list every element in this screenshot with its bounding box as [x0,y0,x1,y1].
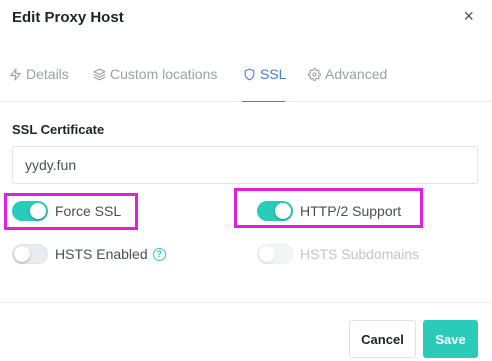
switch-knob [14,246,30,262]
hsts-subdomains-switch [257,244,293,264]
tab-custom-locations[interactable]: Custom locations [93,66,217,82]
cancel-button[interactable]: Cancel [349,320,416,358]
layers-icon [93,68,106,80]
http2-support-toggle-row[interactable]: HTTP/2 Support [257,201,401,221]
force-ssl-toggle-row[interactable]: Force SSL [12,201,121,221]
hsts-subdomains-toggle-row: HSTS Subdomains [257,244,419,264]
modal-footer: Cancel Save [0,302,492,361]
http2-support-switch[interactable] [257,201,293,221]
tab-details-label: Details [26,66,69,82]
http2-support-label: HTTP/2 Support [300,203,402,219]
force-ssl-switch[interactable] [12,201,48,221]
active-tab-indicator [242,101,285,102]
tab-advanced-label: Advanced [325,66,388,82]
modal-header: Edit Proxy Host × [0,0,492,36]
gear-icon [308,67,321,81]
modal-title: Edit Proxy Host [12,9,124,26]
ssl-certificate-select[interactable]: yydy.fun [12,146,478,184]
hsts-subdomains-label: HSTS Subdomains [300,246,420,262]
ssl-certificate-value: yydy.fun [25,157,77,173]
force-ssl-label: Force SSL [55,203,122,219]
switch-knob [30,203,46,219]
hsts-enabled-label: HSTS Enabled [55,246,148,262]
ssl-certificate-label: SSL Certificate [12,122,105,137]
help-icon[interactable]: ? [152,247,166,261]
tab-details[interactable]: Details [9,66,69,82]
zap-icon [10,68,21,80]
close-icon[interactable]: × [463,7,474,25]
save-button[interactable]: Save [423,320,478,358]
switch-knob [259,246,275,262]
hsts-enabled-toggle-row[interactable]: HSTS Enabled ? [12,244,166,264]
tab-custom-locations-label: Custom locations [110,66,218,82]
tab-advanced[interactable]: Advanced [308,66,387,82]
shield-icon [244,68,255,80]
hsts-enabled-switch[interactable] [12,244,48,264]
tab-ssl-label: SSL [260,66,287,82]
switch-knob [275,203,291,219]
tab-ssl[interactable]: SSL [243,66,286,82]
tab-bar: Details Custom locations SSL Advanced [0,36,492,102]
